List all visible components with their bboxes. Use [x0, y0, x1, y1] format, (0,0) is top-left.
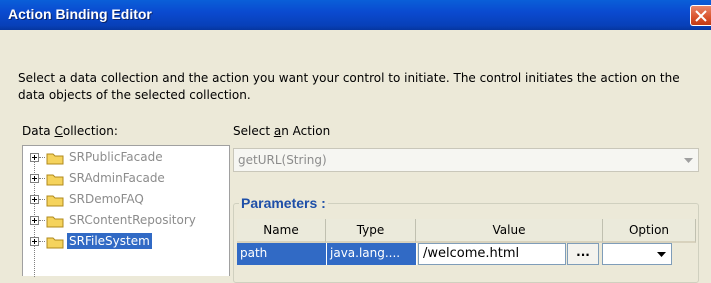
tree-item-sradminfacade[interactable]: SRAdminFacade [27, 169, 227, 189]
description-text: Select a data collection and the action … [18, 71, 680, 102]
folder-icon [46, 195, 64, 207]
parameters-table[interactable]: Name Type Value Option path java.lang...… [237, 219, 696, 276]
column-header-type[interactable]: Type [326, 219, 416, 243]
tree-item-label: SRPublicFacade [69, 150, 163, 164]
close-button[interactable] [690, 5, 711, 26]
folder-icon [46, 237, 64, 249]
column-header-value[interactable]: Value [416, 219, 603, 243]
window-title: Action Binding Editor [8, 6, 152, 22]
expand-icon[interactable] [30, 153, 39, 162]
data-collection-label: Data Collection: [22, 124, 118, 138]
close-icon [695, 10, 707, 22]
param-value-input[interactable]: /welcome.html [418, 243, 566, 265]
tree-item-srcontentrepository[interactable]: SRContentRepository [27, 211, 227, 231]
column-header-option[interactable]: Option [603, 219, 696, 243]
tree-item-srfilesystem[interactable]: SRFileSystem [27, 232, 227, 252]
value-browse-button[interactable]: ... [567, 243, 599, 265]
tree-item-label: SRContentRepository [69, 213, 196, 227]
column-header-name[interactable]: Name [237, 219, 326, 243]
folder-icon [46, 153, 64, 165]
chevron-down-icon [684, 158, 693, 163]
expand-icon[interactable] [30, 174, 39, 183]
parameters-title: Parameters : [239, 195, 328, 211]
expand-icon[interactable] [30, 216, 39, 225]
param-name-cell[interactable]: path [237, 243, 327, 265]
action-select-value: getURL(String) [238, 153, 327, 167]
folder-icon [46, 174, 64, 186]
select-action-label: Select an Action [233, 124, 331, 138]
tree-item-srpublicfacade[interactable]: SRPublicFacade [27, 148, 227, 168]
title-bar[interactable]: Action Binding Editor [0, 0, 711, 30]
tree-item-label: SRAdminFacade [69, 171, 165, 185]
tree-item-srdemofaq[interactable]: SRDemoFAQ [27, 190, 227, 210]
expand-icon[interactable] [30, 195, 39, 204]
tree-item-label: SRDemoFAQ [69, 192, 144, 206]
param-type-cell[interactable]: java.lang.... [327, 243, 417, 265]
param-option-select[interactable] [602, 243, 672, 265]
chevron-down-icon [657, 252, 666, 257]
folder-icon [46, 216, 64, 228]
tree-item-label: SRFileSystem [67, 233, 152, 249]
action-select[interactable]: getURL(String) [233, 148, 699, 172]
expand-icon[interactable] [30, 237, 39, 246]
data-collection-tree[interactable]: SRPublicFacade SRAdminFacade SRDemoFAQ S… [22, 145, 230, 277]
